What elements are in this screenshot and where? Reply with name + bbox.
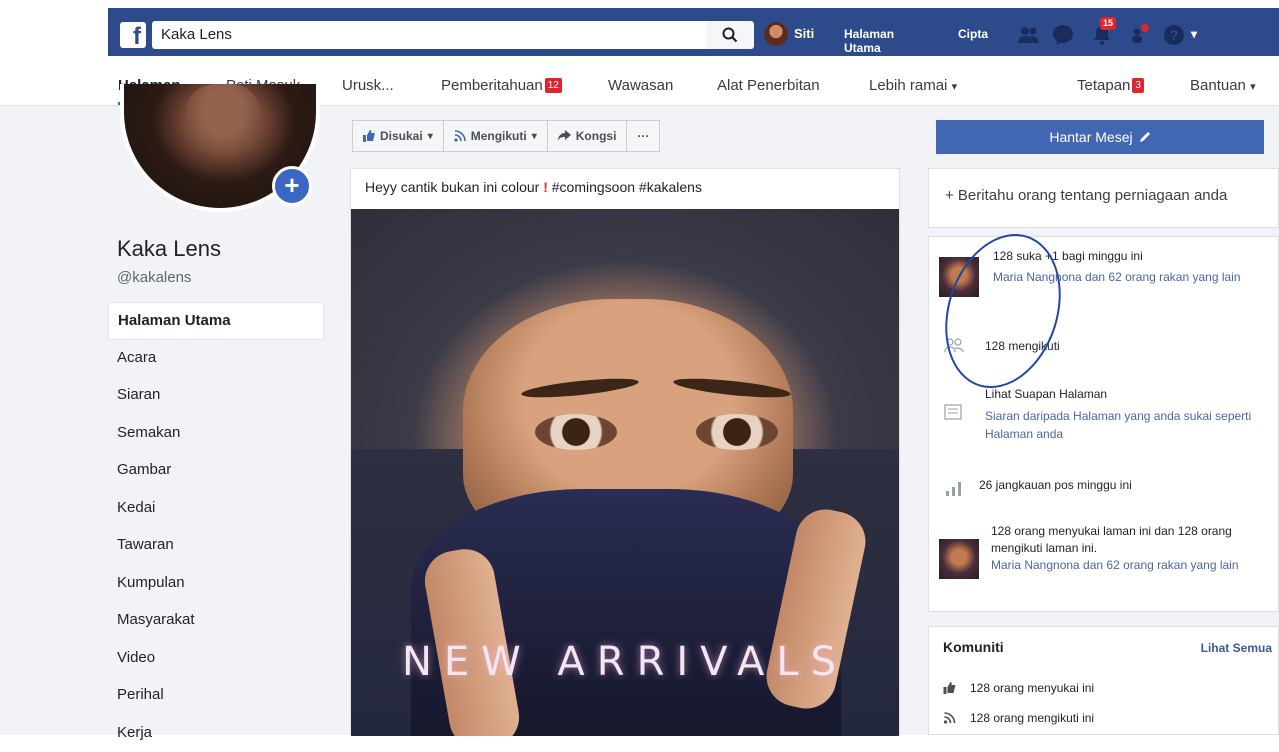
chevron-down-icon: ▾ <box>1250 81 1256 93</box>
chevron-down-icon: ▾ <box>428 131 433 142</box>
liked-button-label: Disukai <box>380 129 423 143</box>
sidebar-item-photos[interactable]: Gambar <box>108 452 324 490</box>
sidebar-item-events[interactable]: Acara <box>108 340 324 378</box>
search-icon <box>722 27 738 43</box>
share-arrow-icon <box>558 130 571 142</box>
page-action-buttons: Disukai ▾ Mengikuti ▾ Kongsi ··· <box>352 120 659 152</box>
liker-thumbnail[interactable] <box>939 539 979 579</box>
page-sidebar-nav: Halaman Utama Acara Siaran Semakan Gamba… <box>108 302 324 752</box>
tab-help-label: Bantuan <box>1190 77 1246 94</box>
tab-more[interactable]: Lebih ramai ▾ <box>869 77 957 94</box>
search-button[interactable] <box>706 21 754 49</box>
profile-face-image <box>186 84 260 154</box>
likes-summary: 128 orang menyukai laman ini dan 128 ora… <box>991 523 1266 574</box>
community-follows-row: 128 orang mengikuti ini <box>943 711 1094 725</box>
post-image[interactable]: NEW ARRIVALS <box>351 209 899 736</box>
see-all-link[interactable]: Lihat Semua <box>1201 641 1272 655</box>
send-message-button[interactable]: Hantar Mesej <box>936 120 1264 154</box>
top-navigation-bar: f Kaka Lens Siti Halaman Utama Cipta <box>0 0 1279 68</box>
likes-summary-friends[interactable]: Maria Nangnona dan 62 orang rakan yang l… <box>991 557 1266 574</box>
tell-people-button[interactable]: + Beritahu orang tentang perniagaan anda <box>945 187 1227 204</box>
profile-link[interactable]: Siti <box>794 26 814 41</box>
sidebar-item-videos[interactable]: Video <box>108 640 324 678</box>
facebook-header: f Kaka Lens Siti Halaman Utama Cipta <box>108 8 1279 56</box>
sidebar-item-home[interactable]: Halaman Utama <box>108 302 324 340</box>
avatar[interactable] <box>764 22 788 46</box>
sidebar-item-community[interactable]: Masyarakat <box>108 602 324 640</box>
share-button-label: Kongsi <box>576 129 617 143</box>
page-username[interactable]: @kakalens <box>117 269 191 286</box>
tab-more-label: Lebih ramai <box>869 77 947 94</box>
pencil-icon <box>1139 131 1151 143</box>
community-card: Komuniti Lihat Semua 128 orang menyukai … <box>928 626 1279 735</box>
news-feed-icon <box>943 403 965 421</box>
community-likes-row: 128 orang menyukai ini <box>943 681 1094 695</box>
facebook-logo-icon[interactable]: f <box>120 22 146 48</box>
tab-notifications[interactable]: Pemberitahuan12 <box>441 77 562 94</box>
notification-badge: 15 <box>1100 17 1116 30</box>
tab-notifications-label: Pemberitahuan <box>441 77 543 94</box>
page-feed-info: Lihat Suapan Halaman Siaran daripada Hal… <box>985 387 1265 443</box>
community-follows[interactable]: 128 orang mengikuti ini <box>970 711 1094 725</box>
sidebar-item-shop[interactable]: Kedai <box>108 490 324 528</box>
sidebar-item-posts[interactable]: Siaran <box>108 377 324 415</box>
settings-count-badge: 3 <box>1132 78 1144 93</box>
more-options-button[interactable]: ··· <box>626 120 660 152</box>
business-info-card: + Beritahu orang tentang perniagaan anda <box>928 168 1279 228</box>
chevron-down-icon: ▾ <box>532 131 537 142</box>
search-input[interactable]: Kaka Lens <box>152 21 706 49</box>
share-button[interactable]: Kongsi <box>547 120 628 152</box>
post-card: Heyy cantik bukan ini colour ! #comingso… <box>350 168 900 735</box>
tab-insights[interactable]: Wawasan <box>608 77 673 94</box>
thumbs-up-icon <box>363 130 375 142</box>
image-left-eye <box>535 414 617 450</box>
sidebar-item-groups[interactable]: Kumpulan <box>108 565 324 603</box>
notifications-button[interactable]: 15 <box>1090 23 1114 47</box>
sidebar-item-about[interactable]: Perihal <box>108 677 324 715</box>
rss-follow-icon <box>943 712 956 724</box>
exclamation-emoji-icon: ! <box>543 179 548 195</box>
page-title[interactable]: Kaka Lens <box>117 236 221 262</box>
page-feed-link[interactable]: Lihat Suapan Halaman <box>985 387 1265 401</box>
more-dots-icon: ··· <box>637 129 649 143</box>
post-text-main: Heyy cantik bukan ini colour <box>365 179 539 195</box>
tab-settings[interactable]: Tetapan3 <box>1077 77 1144 94</box>
post-reach[interactable]: 26 jangkauan pos minggu ini <box>979 478 1132 492</box>
post-text: Heyy cantik bukan ini colour ! #comingso… <box>365 179 702 195</box>
image-caption: NEW ARRIVALS <box>351 639 899 685</box>
send-message-label: Hantar Mesej <box>1049 129 1132 145</box>
account-menu-chevron-icon[interactable]: ▾ <box>1191 27 1197 41</box>
tab-manage[interactable]: Urusk... <box>342 77 394 94</box>
rss-follow-icon <box>454 130 466 142</box>
liked-button[interactable]: Disukai ▾ <box>352 120 444 152</box>
sidebar-item-offers[interactable]: Tawaran <box>108 527 324 565</box>
page-feed-desc: Siaran daripada Halaman yang anda sukai … <box>985 407 1265 443</box>
community-title: Komuniti <box>943 639 1004 655</box>
following-button-label: Mengikuti <box>471 129 527 143</box>
post-hashtags[interactable]: #comingsoon #kakalens <box>552 179 702 195</box>
tab-publishing-tools[interactable]: Alat Penerbitan <box>717 77 820 94</box>
tab-settings-label: Tetapan <box>1077 77 1130 94</box>
svg-text:?: ? <box>1170 27 1179 43</box>
sidebar-item-reviews[interactable]: Semakan <box>108 415 324 453</box>
friend-requests-icon[interactable] <box>1016 23 1042 47</box>
tab-help[interactable]: Bantuan ▾ <box>1190 77 1256 94</box>
add-photo-plus-icon[interactable]: + <box>272 166 312 206</box>
home-link[interactable]: Halaman Utama <box>844 27 894 55</box>
chevron-down-icon: ▾ <box>952 81 958 93</box>
image-right-eye <box>696 414 778 450</box>
quick-help-people-icon[interactable] <box>1129 23 1155 47</box>
following-button[interactable]: Mengikuti ▾ <box>443 120 548 152</box>
sidebar-item-jobs[interactable]: Kerja <box>108 715 324 752</box>
messenger-icon[interactable] <box>1050 23 1076 47</box>
community-likes[interactable]: 128 orang menyukai ini <box>970 681 1094 695</box>
thumbs-up-icon <box>943 682 956 694</box>
create-link[interactable]: Cipta <box>958 27 988 41</box>
help-icon[interactable]: ? <box>1161 23 1187 47</box>
likes-summary-text: 128 orang menyukai laman ini dan 128 ora… <box>991 523 1266 557</box>
notification-count-badge: 12 <box>545 78 562 93</box>
reach-chart-icon <box>943 479 965 497</box>
